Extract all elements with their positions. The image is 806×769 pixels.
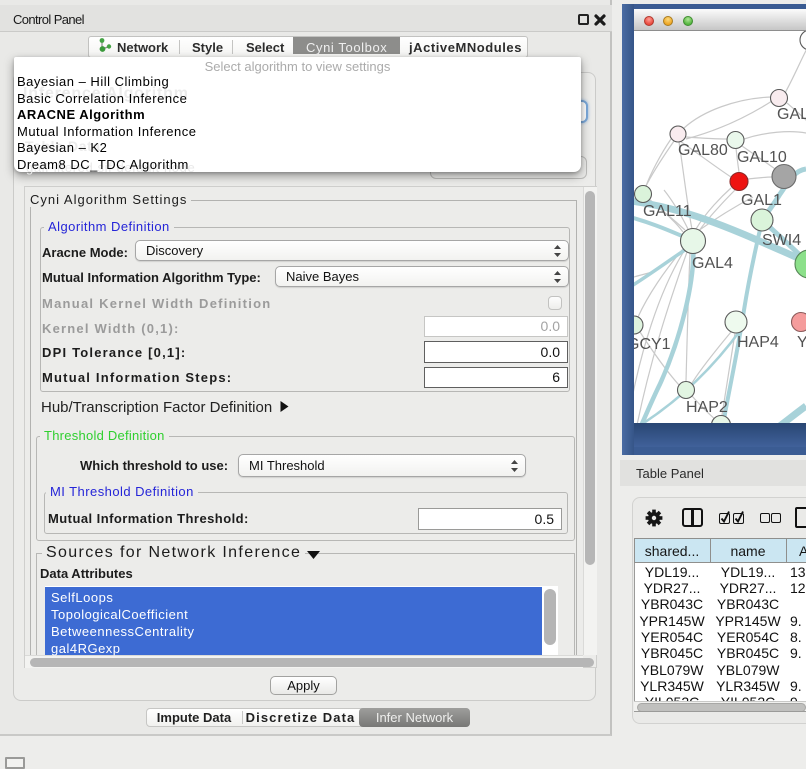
svg-text:YD: YD bbox=[797, 334, 806, 351]
svg-text:GAL7: GAL7 bbox=[777, 106, 806, 123]
svg-text:GAL80: GAL80 bbox=[678, 142, 728, 159]
svg-text:HAP2: HAP2 bbox=[686, 399, 728, 416]
svg-text:SWI4: SWI4 bbox=[762, 232, 801, 249]
svg-text:GAL1: GAL1 bbox=[741, 192, 782, 209]
svg-text:GAL11: GAL11 bbox=[643, 203, 692, 220]
svg-text:GAL4: GAL4 bbox=[692, 255, 733, 272]
svg-text:GCY1: GCY1 bbox=[634, 336, 671, 353]
svg-text:HAP4: HAP4 bbox=[737, 334, 779, 351]
svg-text:GAL10: GAL10 bbox=[737, 149, 787, 166]
